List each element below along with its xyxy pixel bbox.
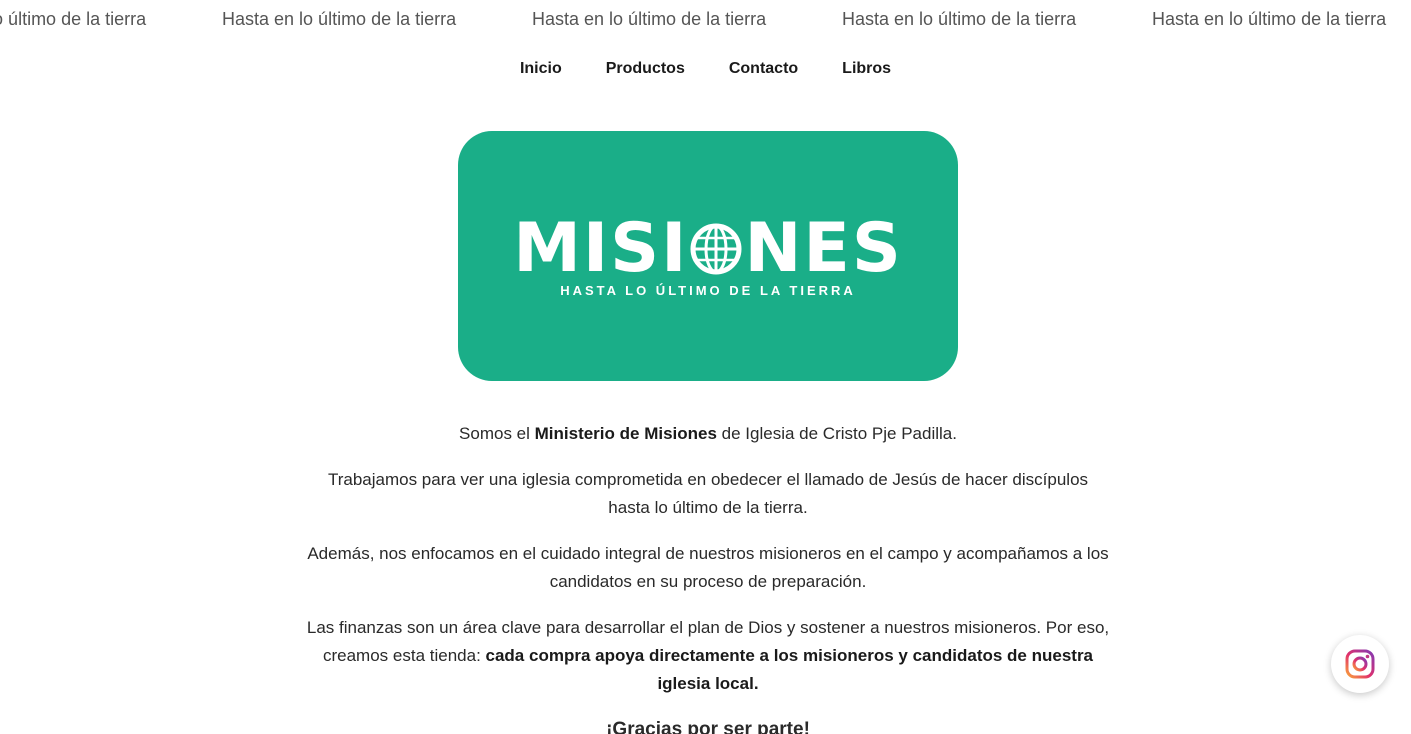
p1-text-a: Somos el [459,424,535,443]
logo-wordmark: MISI NES [458,209,958,289]
ticker-item: Hasta en lo último de la tierra [1152,9,1387,29]
p1-bold: Ministerio de Misiones [534,424,717,443]
logo-tagline: HASTA LO ÚLTIMO DE LA TIERRA [560,283,856,298]
main-nav: Inicio Productos Contacto Libros [0,58,1411,80]
nav-link-contacto[interactable]: Contacto [707,58,820,80]
instagram-icon [1345,649,1375,679]
intro-paragraph-1: Somos el Ministerio de Misiones de Igles… [305,420,1111,448]
ticker-item: Hasta en lo último de la tierra [222,9,457,29]
globe-icon [690,223,742,275]
logo-text-left: MISI [513,209,689,288]
intro-paragraph-2: Trabajamos para ver una iglesia comprome… [327,470,1089,517]
nav-link-productos[interactable]: Productos [584,58,707,80]
intro-paragraph-3: Además, nos enfocamos en el cuidado inte… [307,544,1109,591]
logo-text-right: NES [744,209,903,288]
ticker-item: Hasta en lo último de la tierra [0,9,147,29]
intro-text: Somos el Ministerio de Misiones de Igles… [305,420,1111,734]
nav-link-inicio[interactable]: Inicio [498,58,584,80]
ticker-banner: Hasta en lo último de la tierra Hasta en… [0,8,1411,32]
p4-bold: cada compra apoya directamente a los mis… [485,646,1094,693]
thanks-heading: ¡Gracias por ser parte! [606,719,810,734]
ticker-item: Hasta en lo último de la tierra [842,9,1077,29]
instagram-button[interactable] [1331,635,1389,693]
nav-link-libros[interactable]: Libros [820,58,913,80]
intro-paragraph-4: Las finanzas son un área clave para desa… [305,614,1111,698]
p1-text-b: de Iglesia de Cristo Pje Padilla. [716,424,957,443]
ticker-item: Hasta en lo último de la tierra [532,9,767,29]
hero-logo-banner: MISI NES HASTA LO ÚLTIMO DE LA TIERRA [458,131,958,381]
